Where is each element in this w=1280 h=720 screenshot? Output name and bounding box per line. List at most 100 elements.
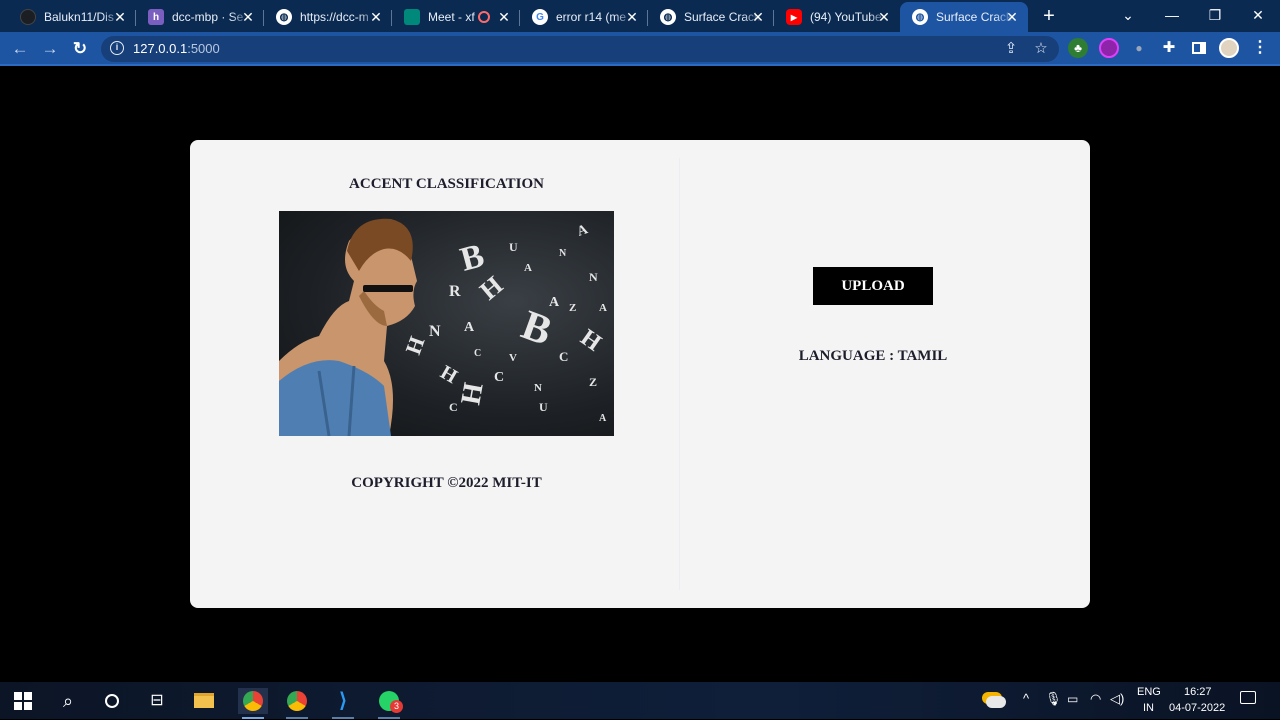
- globe-icon: ◍: [276, 9, 292, 25]
- close-icon[interactable]: ✕: [1004, 9, 1020, 25]
- recording-icon: [478, 11, 490, 23]
- svg-text:H: H: [455, 380, 489, 407]
- share-icon[interactable]: ⇪: [1001, 39, 1021, 59]
- tab-error[interactable]: G error r14 (me ✕: [520, 2, 648, 32]
- url-host: 127.0.0.1: [133, 41, 188, 56]
- svg-text:V: V: [509, 352, 517, 364]
- tab-strip: Balukn11/Dis ✕ h dcc-mbp · Se ✕ ◍ https:…: [0, 0, 1280, 32]
- tab-title: error r14 (me: [556, 10, 627, 24]
- svg-text:R: R: [449, 283, 461, 300]
- svg-text:N: N: [429, 323, 441, 340]
- globe-icon: ◍: [912, 9, 928, 25]
- whatsapp-icon[interactable]: 3: [376, 688, 403, 714]
- windows-taskbar: ⌕ ⊟ ⟩ 3 ^ 🎙 ▭ ◠ ◁) ENG IN 16:27 04-07-20…: [0, 682, 1280, 719]
- svg-text:A: A: [599, 302, 607, 314]
- bookmark-star-icon[interactable]: ☆: [1031, 39, 1051, 59]
- tab-github[interactable]: Balukn11/Dis ✕: [8, 2, 136, 32]
- svg-text:A: A: [524, 262, 532, 274]
- battery-icon[interactable]: ▭: [1067, 692, 1078, 706]
- youtube-icon: ▶: [786, 9, 802, 25]
- chrome-icon[interactable]: [238, 688, 268, 714]
- svg-text:C: C: [449, 400, 458, 414]
- speaking-man-illustration: B B H H H H H R N A A A C C U U N Z A V …: [279, 218, 607, 436]
- forward-button[interactable]: →: [38, 37, 62, 61]
- address-bar[interactable]: i 127.0.0.1:5000 ⇪ ☆: [101, 36, 1059, 62]
- tab-dcc[interactable]: ◍ https://dcc-m ✕: [264, 2, 392, 32]
- svg-text:U: U: [509, 240, 518, 254]
- restore-button[interactable]: ❐: [1193, 0, 1237, 32]
- minimize-button[interactable]: —: [1150, 0, 1194, 32]
- svg-text:N: N: [589, 270, 598, 284]
- extensions-puzzle-icon[interactable]: ✚: [1159, 38, 1179, 58]
- tab-surface-crack-active[interactable]: ◍ Surface Crack ✕: [900, 2, 1028, 32]
- browser-toolbar: ← → ↻ i 127.0.0.1:5000 ⇪ ☆ ♣ ● ✚ ⋮: [0, 32, 1280, 66]
- svg-text:Z: Z: [569, 302, 576, 314]
- cortana-icon[interactable]: [99, 688, 125, 714]
- svg-text:N: N: [559, 248, 567, 259]
- svg-text:C: C: [474, 348, 481, 359]
- tab-title: https://dcc-m: [300, 10, 369, 24]
- content-card: ACCENT CLASSIFICATION B B H H H H H R N …: [190, 140, 1090, 608]
- svg-text:A: A: [549, 295, 560, 310]
- tab-youtube[interactable]: ▶ (94) YouTube ✕: [774, 2, 900, 32]
- vscode-icon[interactable]: ⟩: [330, 688, 356, 714]
- wifi-icon[interactable]: ◠: [1090, 691, 1101, 707]
- side-panel-icon[interactable]: [1189, 38, 1209, 58]
- meet-icon: [404, 9, 420, 25]
- volume-icon[interactable]: ◁): [1110, 691, 1124, 707]
- weather-icon[interactable]: [983, 688, 1009, 714]
- extension-bulb-icon[interactable]: ●: [1129, 38, 1149, 58]
- tab-surface-crack-1[interactable]: ◍ Surface Crack ✕: [648, 2, 774, 32]
- url-text[interactable]: 127.0.0.1:5000: [133, 41, 220, 56]
- page-title: ACCENT CLASSIFICATION: [349, 176, 544, 192]
- menu-kebab-icon[interactable]: ⋮: [1250, 38, 1270, 58]
- github-icon: [20, 9, 36, 25]
- clock-date[interactable]: 04-07-2022: [1169, 702, 1225, 714]
- svg-text:N: N: [534, 382, 542, 394]
- close-icon[interactable]: ✕: [240, 9, 256, 25]
- close-icon[interactable]: ✕: [876, 9, 892, 25]
- info-icon[interactable]: i: [110, 41, 124, 55]
- language-result: LANGUAGE : TAMIL: [798, 348, 948, 364]
- reload-button[interactable]: ↻: [68, 37, 92, 61]
- upload-button[interactable]: UPLOAD: [813, 267, 933, 305]
- tab-meet[interactable]: Meet - xf ✕: [392, 2, 520, 32]
- tab-title: Balukn11/Dis: [44, 10, 114, 24]
- back-button[interactable]: ←: [8, 37, 32, 61]
- svg-text:B: B: [516, 302, 558, 355]
- windows-start-icon[interactable]: [10, 688, 36, 714]
- tab-search-button[interactable]: ⌄: [1106, 0, 1150, 32]
- svg-text:A: A: [599, 413, 607, 424]
- task-view-icon[interactable]: ⊟: [144, 688, 170, 714]
- close-icon[interactable]: ✕: [750, 9, 766, 25]
- window-close-button[interactable]: ✕: [1236, 0, 1280, 32]
- copyright-text: COPYRIGHT ©2022 MIT-IT: [351, 475, 542, 491]
- new-tab-button[interactable]: +: [1038, 5, 1060, 27]
- language-indicator-bottom[interactable]: IN: [1143, 702, 1154, 714]
- language-indicator-top[interactable]: ENG: [1137, 686, 1161, 698]
- chevron-up-icon[interactable]: ^: [1023, 691, 1029, 706]
- close-icon[interactable]: ✕: [112, 9, 128, 25]
- close-icon[interactable]: ✕: [368, 9, 384, 25]
- url-port: :5000: [187, 41, 220, 56]
- microphone-icon[interactable]: 🎙: [1045, 691, 1062, 707]
- chrome-profile-icon[interactable]: [284, 688, 310, 714]
- extension-purple-icon[interactable]: [1099, 38, 1119, 58]
- tab-title: Surface Crack: [936, 10, 1013, 24]
- svg-text:Z: Z: [589, 375, 597, 389]
- svg-text:A: A: [464, 320, 475, 335]
- tree-extension-icon[interactable]: ♣: [1068, 38, 1088, 58]
- close-icon[interactable]: ✕: [496, 9, 512, 25]
- svg-text:H: H: [474, 270, 508, 305]
- search-icon[interactable]: ⌕: [55, 688, 81, 714]
- profile-avatar[interactable]: [1219, 38, 1239, 58]
- close-icon[interactable]: ✕: [624, 9, 640, 25]
- file-explorer-icon[interactable]: [191, 688, 217, 714]
- heroku-icon: h: [148, 9, 164, 25]
- svg-text:H: H: [576, 325, 606, 357]
- tab-heroku[interactable]: h dcc-mbp · Se ✕: [136, 2, 264, 32]
- clock-time[interactable]: 16:27: [1184, 686, 1212, 698]
- hero-image: B B H H H H H R N A A A C C U U N Z A V …: [279, 211, 614, 436]
- svg-text:A: A: [575, 222, 590, 240]
- notifications-icon[interactable]: [1240, 688, 1256, 707]
